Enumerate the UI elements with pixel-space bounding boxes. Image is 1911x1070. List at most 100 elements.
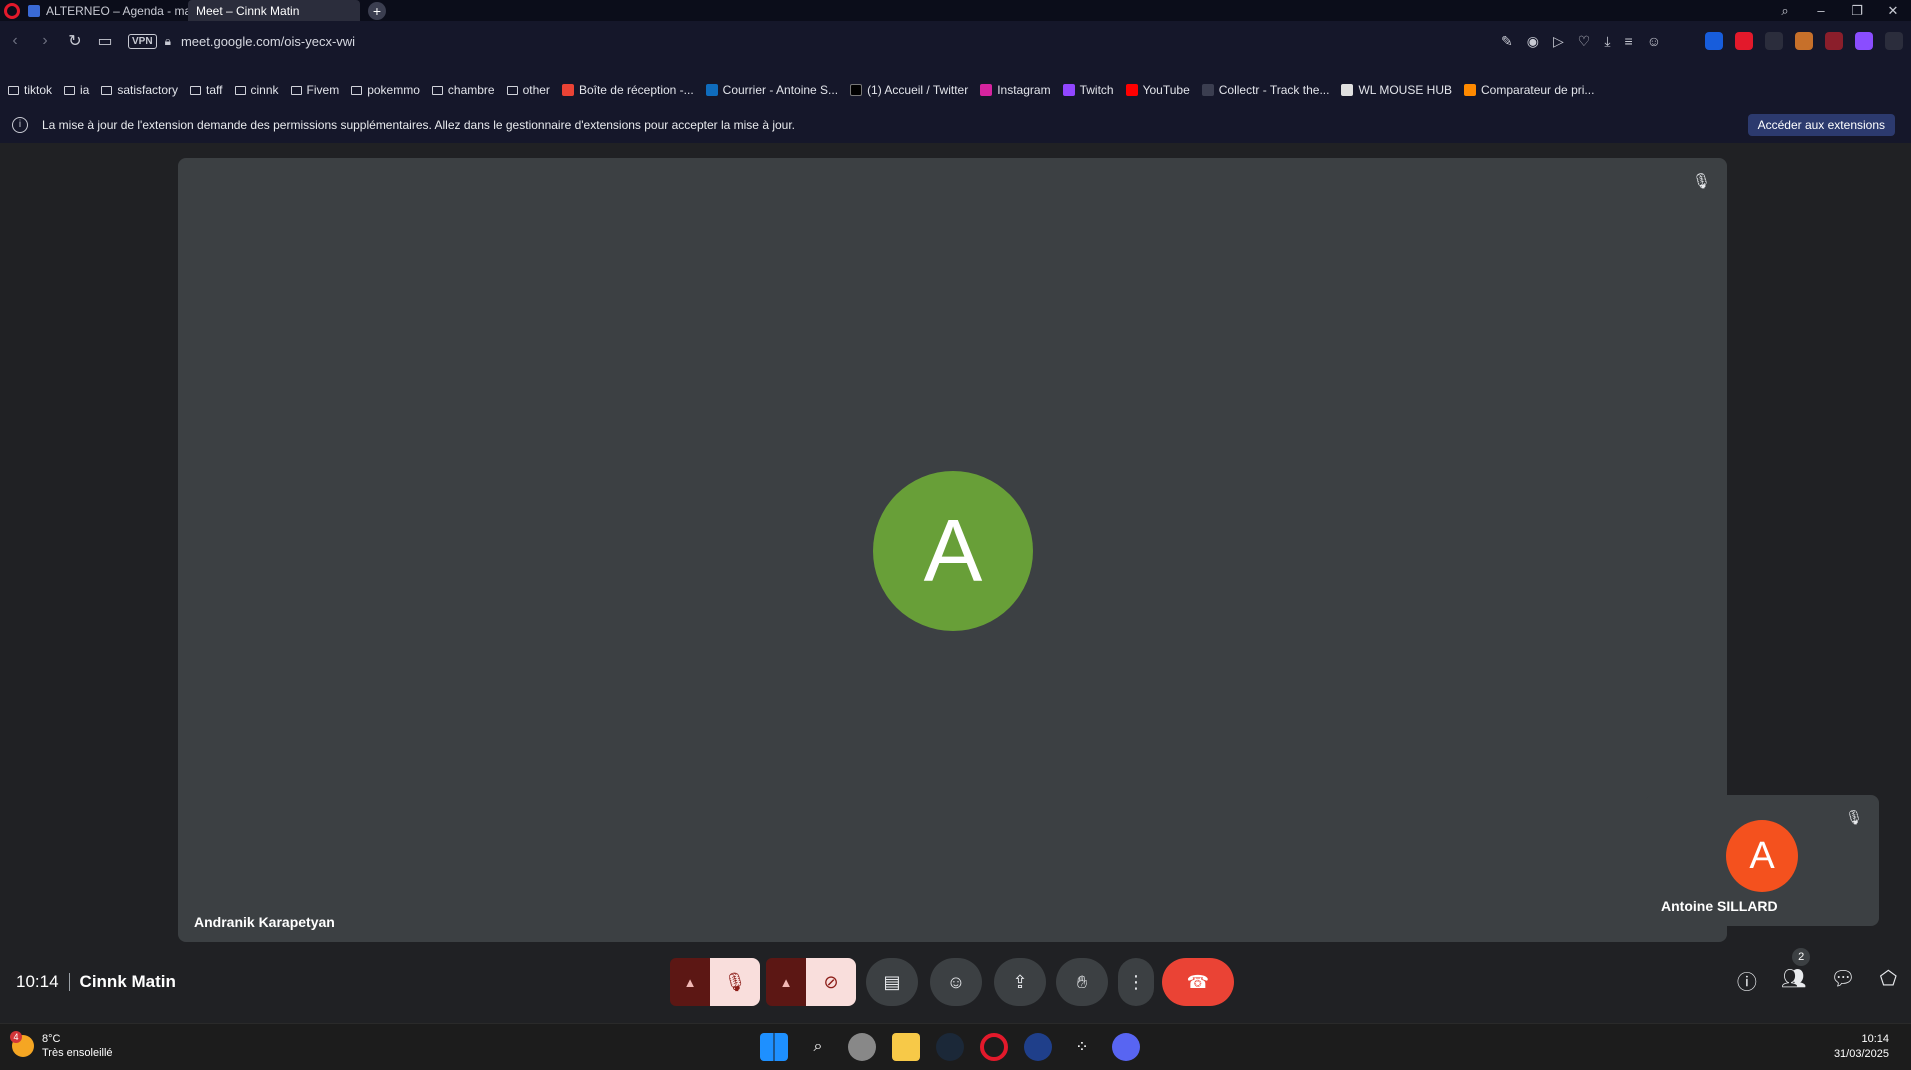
- edit-icon[interactable]: ✎: [1501, 33, 1513, 50]
- restore-button[interactable]: ❐: [1839, 0, 1875, 21]
- meeting-details-button[interactable]: ⓘ: [1737, 966, 1757, 995]
- cookie-icon[interactable]: [1795, 32, 1813, 50]
- bookmark-outlook[interactable]: Courrier - Antoine S...: [705, 83, 838, 97]
- participant-name: Andranik Karapetyan: [194, 914, 335, 930]
- collectr-icon: [1201, 84, 1214, 96]
- snapshot-icon[interactable]: ▭: [90, 31, 120, 51]
- weather-desc: Très ensoleillé: [42, 1047, 113, 1059]
- chat-button[interactable]: 💬︎: [1830, 966, 1855, 995]
- bookmark-folder-taff[interactable]: taff: [190, 83, 223, 97]
- steam-icon[interactable]: [936, 1033, 964, 1061]
- forward-button[interactable]: ›: [30, 32, 60, 50]
- search-icon[interactable]: ⌕: [804, 1033, 832, 1061]
- pen-extension-icon[interactable]: [1855, 32, 1873, 50]
- tab-title: Meet – Cinnk Matin: [196, 3, 300, 18]
- back-button[interactable]: ‹: [0, 32, 30, 50]
- discord-icon[interactable]: [1112, 1033, 1140, 1061]
- leave-call-button[interactable]: ☎︎: [1162, 958, 1234, 1006]
- participant-name: Antoine SILLARD: [1661, 898, 1778, 914]
- new-tab-button[interactable]: +: [368, 1, 386, 20]
- go-to-extensions-button[interactable]: Accéder aux extensions: [1747, 114, 1895, 136]
- folder-icon: [431, 85, 443, 95]
- raise-hand-button[interactable]: ✋︎: [1056, 958, 1108, 1006]
- tab-bar: ALTERNEO – Agenda - ma Meet – Cinnk Mati…: [0, 0, 1911, 1023]
- dots-app-icon[interactable]: ⁘: [1068, 1033, 1096, 1061]
- bookmark-folder-satisfactory[interactable]: satisfactory: [101, 83, 178, 97]
- heart-icon[interactable]: ♡: [1578, 33, 1591, 50]
- people-button[interactable]: 👥︎ 2: [1781, 948, 1811, 995]
- tab-alterneo[interactable]: ALTERNEO – Agenda - ma: [20, 0, 188, 21]
- bookmark-folder-cinnk[interactable]: cinnk: [234, 83, 279, 97]
- adblock-icon[interactable]: [1735, 32, 1753, 50]
- bookmark-collectr[interactable]: Collectr - Track the...: [1201, 83, 1329, 97]
- wl-mouse-icon: [1341, 84, 1354, 96]
- video-options-button[interactable]: ▲: [766, 958, 806, 1006]
- play-icon[interactable]: ▷: [1553, 33, 1564, 50]
- captions-button[interactable]: ▤: [866, 958, 918, 1006]
- bookmarks-bar: tiktok ia satisfactory taff cinnk Fivem …: [0, 79, 1911, 101]
- audio-options-button[interactable]: ▲: [670, 958, 710, 1006]
- url-input[interactable]: meet.google.com/ois-yecx-vwi: [181, 34, 355, 49]
- folder-icon: [290, 85, 302, 95]
- opera-logo-icon[interactable]: [4, 2, 20, 19]
- tab-meet[interactable]: Meet – Cinnk Matin: [0, 0, 1911, 1023]
- twitch-icon: [1062, 84, 1075, 96]
- bookmark-twitch[interactable]: Twitch: [1062, 83, 1114, 97]
- bookmark-folder-fivem[interactable]: Fivem: [290, 83, 339, 97]
- camera-toggle-button[interactable]: ⊘: [806, 958, 856, 1006]
- system-clock[interactable]: 10:14 31/03/2025: [1834, 1032, 1889, 1062]
- power-app-icon[interactable]: [1024, 1033, 1052, 1061]
- weather-widget[interactable]: 4 8°C Très ensoleillé: [10, 1031, 113, 1060]
- x-icon: [850, 84, 863, 96]
- extensions-icon[interactable]: [1885, 32, 1903, 50]
- bookmark-folder-pokemmo[interactable]: pokemmo: [351, 83, 420, 97]
- reactions-button[interactable]: ☺: [930, 958, 982, 1006]
- opera-icon[interactable]: [980, 1033, 1008, 1061]
- minimize-button[interactable]: –: [1803, 0, 1839, 21]
- hand-icon: ✋︎: [1076, 971, 1088, 992]
- app-icon[interactable]: [848, 1033, 876, 1061]
- address-bar: ‹ › ↻ ▭ VPN 🔒︎ meet.google.com/ois-yecx-…: [0, 21, 1911, 61]
- participant-tile-self[interactable]: A 🎙︎ Antoine SILLARD: [1645, 795, 1879, 926]
- notification-badge: 4: [10, 1031, 22, 1043]
- instagram-icon: [980, 84, 993, 96]
- participant-tile-main[interactable]: A 🎙︎ Andranik Karapetyan: [178, 158, 1727, 942]
- reload-button[interactable]: ↻: [60, 31, 90, 51]
- windows-start-icon[interactable]: [760, 1033, 788, 1061]
- volume-icon[interactable]: [1765, 32, 1783, 50]
- bookmark-folder-ia[interactable]: ia: [64, 83, 89, 97]
- bookmark-twitter[interactable]: (1) Accueil / Twitter: [850, 83, 968, 97]
- bookmark-folder-chambre[interactable]: chambre: [431, 83, 495, 97]
- bookmark-comparateur[interactable]: Comparateur de pri...: [1464, 83, 1594, 97]
- activities-button[interactable]: ⬠: [1880, 966, 1897, 995]
- meeting-info: 10:14 Cinnk Matin: [16, 972, 176, 992]
- folder-icon: [351, 85, 363, 95]
- clock-time: 10:14: [1861, 1033, 1889, 1045]
- lock-icon[interactable]: 🔒︎: [165, 34, 171, 49]
- extension-badge-icon[interactable]: [1825, 32, 1843, 50]
- folder-icon: [101, 85, 113, 95]
- file-explorer-icon[interactable]: [892, 1033, 920, 1061]
- bookmark-folder-tiktok[interactable]: tiktok: [8, 83, 52, 97]
- menu-icon[interactable]: ≡: [1625, 33, 1633, 50]
- clock-date: 31/03/2025: [1833, 1048, 1889, 1060]
- gmail-icon: [561, 84, 574, 96]
- bitwarden-icon[interactable]: [1705, 32, 1723, 50]
- windows-taskbar: 4 8°C Très ensoleillé ⌕ ⁘ 10:14 31/03/20…: [0, 1023, 1911, 1070]
- bookmark-gmail[interactable]: Boîte de réception -...: [561, 83, 694, 97]
- profile-icon[interactable]: ☺: [1647, 33, 1661, 50]
- bookmark-instagram[interactable]: Instagram: [980, 83, 1051, 97]
- mic-toggle-button[interactable]: 🎙︎: [710, 958, 760, 1006]
- search-tabs-icon[interactable]: ⌕: [1767, 0, 1803, 21]
- bookmark-youtube[interactable]: YouTube: [1125, 83, 1190, 97]
- bookmark-wl-mouse-hub[interactable]: WL MOUSE HUB: [1341, 83, 1452, 97]
- present-icon: ⇪: [1012, 971, 1028, 992]
- camera-icon[interactable]: ◉: [1527, 33, 1539, 50]
- meet-controls-bar: 10:14 Cinnk Matin ▲ 🎙︎ ▲ ⊘ ▤ ☺ ⇪ ✋︎ ⋮ ☎︎…: [0, 948, 1911, 1008]
- more-options-button[interactable]: ⋮: [1118, 958, 1154, 1006]
- vpn-badge[interactable]: VPN: [128, 33, 157, 49]
- download-icon[interactable]: ⤓: [1604, 33, 1610, 50]
- close-window-button[interactable]: ✕: [1875, 0, 1911, 21]
- bookmark-folder-other[interactable]: other: [506, 83, 550, 97]
- present-screen-button[interactable]: ⇪: [994, 958, 1046, 1006]
